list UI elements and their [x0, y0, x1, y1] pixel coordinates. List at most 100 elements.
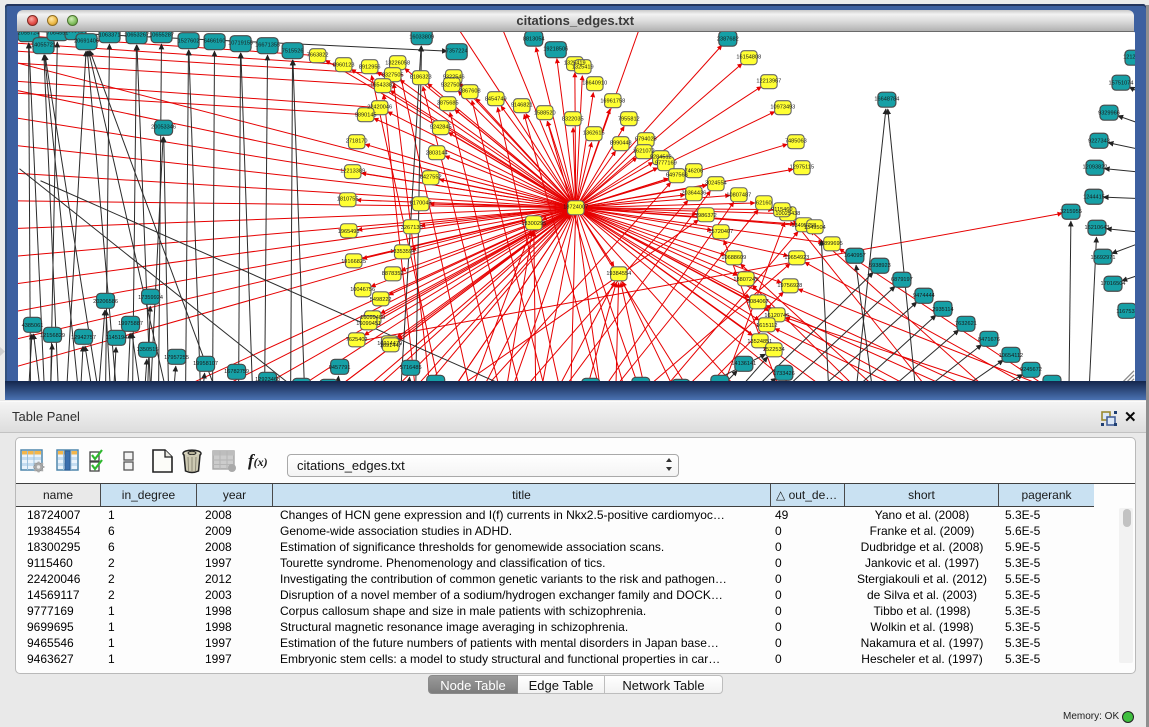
- svg-text:9322546: 9322546: [442, 74, 464, 80]
- svg-text:10973493: 10973493: [770, 104, 795, 110]
- svg-text:19756928: 19756928: [777, 282, 802, 288]
- svg-text:3267130: 3267130: [400, 224, 422, 230]
- svg-text:1810755: 1810755: [336, 196, 358, 202]
- svg-text:8322035: 8322035: [561, 116, 583, 122]
- svg-text:1063524: 1063524: [64, 32, 86, 35]
- svg-text:2867608: 2867608: [458, 88, 480, 94]
- svg-text:20053346: 20053346: [151, 124, 176, 130]
- svg-text:1527602: 1527602: [177, 38, 199, 44]
- svg-text:16648784: 16648784: [874, 96, 899, 102]
- svg-text:16671355: 16671355: [255, 42, 280, 48]
- svg-text:9457791: 9457791: [328, 364, 350, 370]
- svg-text:3215955: 3215955: [1060, 208, 1082, 214]
- svg-text:16033809: 16033809: [409, 34, 434, 40]
- svg-text:22420046: 22420046: [367, 104, 392, 110]
- svg-text:1640957: 1640957: [843, 252, 865, 258]
- svg-text:8960123: 8960123: [332, 62, 354, 68]
- svg-text:18300295: 18300295: [521, 220, 546, 226]
- svg-text:14136141: 14136141: [731, 360, 756, 366]
- svg-text:62160: 62160: [756, 200, 772, 206]
- svg-text:1615112: 1615112: [756, 322, 777, 328]
- svg-text:14055721: 14055721: [31, 42, 56, 48]
- svg-text:8990448: 8990448: [609, 140, 631, 146]
- svg-text:6899695: 6899695: [820, 240, 842, 246]
- svg-text:8170043: 8170043: [409, 200, 431, 206]
- svg-text:7357224: 7357224: [445, 48, 467, 54]
- svg-text:12942757: 12942757: [71, 334, 96, 340]
- svg-text:7955812: 7955812: [617, 116, 639, 122]
- svg-text:8454749: 8454749: [484, 96, 506, 102]
- svg-text:10655287: 10655287: [149, 32, 174, 38]
- svg-text:10807487: 10807487: [726, 192, 751, 198]
- svg-text:12093822: 12093822: [1082, 164, 1107, 170]
- svg-text:9777169: 9777169: [654, 160, 676, 166]
- svg-text:1212474: 1212474: [1123, 54, 1135, 60]
- svg-text:18724007: 18724007: [563, 204, 588, 210]
- svg-text:16961758: 16961758: [600, 98, 625, 104]
- svg-text:8813054: 8813054: [522, 36, 544, 42]
- svg-text:8471676: 8471676: [978, 336, 1000, 342]
- svg-text:9146821: 9146821: [510, 102, 532, 108]
- svg-text:9084067: 9084067: [746, 298, 768, 304]
- svg-text:5938923: 5938923: [868, 262, 890, 268]
- svg-text:16782759: 16782759: [224, 368, 249, 374]
- svg-text:1350515: 1350515: [136, 346, 158, 352]
- svg-text:10653267: 10653267: [124, 32, 149, 38]
- svg-text:13524851: 13524851: [747, 338, 772, 344]
- svg-text:7515526: 7515526: [281, 48, 303, 54]
- svg-text:20364436: 20364436: [681, 190, 706, 196]
- svg-text:2803144: 2803144: [425, 150, 447, 156]
- svg-text:10688609: 10688609: [721, 254, 746, 260]
- svg-text:13226058: 13226058: [385, 60, 410, 66]
- svg-text:10719155: 10719155: [228, 40, 253, 46]
- svg-text:1145194: 1145194: [105, 334, 126, 340]
- svg-text:2718170: 2718170: [345, 138, 367, 144]
- svg-text:16543382: 16543382: [370, 82, 395, 88]
- svg-text:20206586: 20206586: [93, 298, 118, 304]
- svg-text:12213967: 12213967: [756, 78, 781, 84]
- svg-text:6466160: 6466160: [203, 38, 225, 44]
- svg-text:1588520: 1588520: [533, 110, 555, 116]
- svg-text:19958107: 19958107: [193, 360, 218, 366]
- svg-text:16120746: 16120746: [764, 312, 789, 318]
- svg-text:18807249: 18807249: [733, 276, 758, 282]
- svg-text:9245672: 9245672: [1020, 366, 1042, 372]
- svg-text:3875685: 3875685: [436, 100, 458, 106]
- svg-text:1167533: 1167533: [1116, 308, 1135, 314]
- svg-text:2935114: 2935114: [932, 306, 953, 312]
- svg-text:2387682: 2387682: [716, 36, 738, 42]
- svg-text:2055724: 2055724: [18, 32, 39, 37]
- svg-text:13353594: 13353594: [390, 248, 415, 254]
- svg-text:8878352: 8878352: [381, 270, 403, 276]
- svg-text:1325419: 1325419: [571, 64, 593, 70]
- svg-text:19384554: 19384554: [606, 270, 631, 276]
- svg-text:4385061: 4385061: [21, 322, 43, 328]
- svg-text:16154808: 16154808: [736, 54, 761, 60]
- svg-text:9227343: 9227343: [1088, 138, 1110, 144]
- svg-text:1244415: 1244415: [1083, 194, 1105, 200]
- svg-text:17016504: 17016504: [1100, 280, 1125, 286]
- svg-text:7986372: 7986372: [694, 212, 716, 218]
- svg-text:8186323: 8186323: [409, 74, 431, 80]
- svg-text:9327505: 9327505: [381, 72, 403, 78]
- svg-text:2522534: 2522534: [762, 346, 784, 352]
- svg-text:12156829: 12156829: [40, 332, 65, 338]
- svg-text:6879197: 6879197: [891, 276, 913, 282]
- svg-text:9115460: 9115460: [771, 206, 792, 212]
- svg-text:15751074: 15751074: [1108, 80, 1133, 86]
- svg-text:10654112: 10654112: [998, 352, 1022, 358]
- svg-text:12213389: 12213389: [340, 168, 365, 174]
- svg-text:19654923: 19654923: [784, 254, 809, 260]
- svg-text:17957255: 17957255: [164, 354, 189, 360]
- svg-text:12975115: 12975115: [789, 164, 813, 170]
- svg-text:7632621: 7632621: [955, 320, 977, 326]
- svg-text:7663822: 7663822: [306, 52, 328, 58]
- svg-text:18640910: 18640910: [582, 80, 607, 86]
- svg-text:9242845: 9242845: [429, 124, 451, 130]
- svg-text:8427552: 8427552: [419, 174, 441, 180]
- svg-text:16210643: 16210643: [1084, 224, 1109, 230]
- svg-text:9329966: 9329966: [1098, 110, 1120, 116]
- svg-text:1691447: 1691447: [379, 342, 401, 348]
- svg-text:20691406: 20691406: [74, 38, 99, 44]
- svg-text:9890145: 9890145: [354, 112, 376, 118]
